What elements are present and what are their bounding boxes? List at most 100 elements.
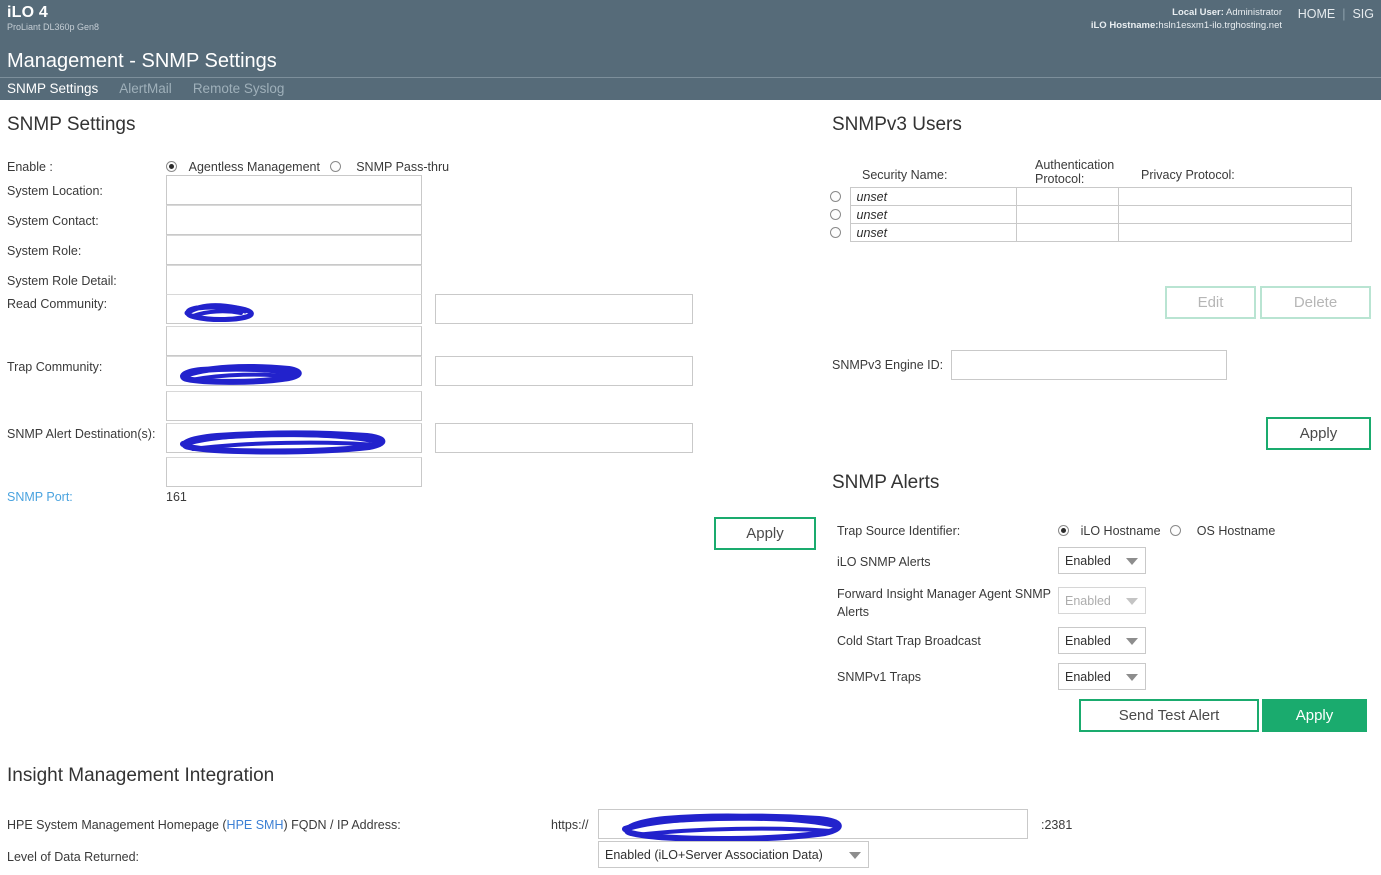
chevron-down-icon	[849, 851, 861, 859]
system-contact-label: System Contact:	[7, 214, 99, 228]
snmpv3-engine-id-label: SNMPv3 Engine ID:	[832, 358, 944, 372]
tab-bar: SNMP Settings AlertMail Remote Syslog	[7, 79, 305, 98]
tab-divider	[0, 77, 1381, 78]
radio-snmpv3-user-3[interactable]	[830, 226, 841, 238]
nav-home-link[interactable]: HOME	[1291, 7, 1343, 21]
alert-destination-input-2[interactable]	[166, 457, 422, 487]
read-community-secondary-input[interactable]	[435, 294, 693, 324]
label-snmp-pass-thru: SNMP Pass-thru	[356, 160, 450, 174]
snmpv3-apply-button[interactable]: Apply	[1266, 417, 1371, 450]
redaction-scribble-trap-community	[180, 364, 302, 385]
product-model: ProLiant DL360p Gen8	[7, 22, 100, 32]
local-user-line: Local User: Administrator	[1091, 6, 1282, 19]
table-row[interactable]: unset	[830, 223, 1352, 242]
ilo-hostname-value: hsln1esxm1-ilo.trghosting.net	[1158, 20, 1282, 31]
chevron-down-icon	[1126, 597, 1138, 605]
insight-management-heading: Insight Management Integration	[7, 765, 275, 786]
snmp-port-value: 161	[166, 490, 187, 504]
system-contact-input[interactable]	[166, 205, 422, 235]
chevron-down-icon	[1126, 557, 1138, 565]
send-test-alert-button[interactable]: Send Test Alert	[1079, 699, 1259, 732]
smh-scheme-prefix: https://	[551, 818, 589, 832]
local-user-label: Local User:	[1172, 7, 1224, 18]
trap-community-label: Trap Community:	[7, 360, 103, 374]
snmpv3-engine-id-input[interactable]	[951, 350, 1227, 380]
snmpv3-users-table: unset unset unset	[830, 187, 1352, 242]
cell-privacy-protocol-1	[1117, 187, 1352, 206]
col-header-security-name: Security Name:	[862, 168, 948, 182]
label-os-hostname: OS Hostname	[1196, 524, 1276, 538]
snmpv3-edit-button[interactable]: Edit	[1165, 286, 1256, 319]
cell-security-name-2: unset	[849, 205, 1017, 224]
table-row[interactable]: unset	[830, 187, 1352, 206]
local-user-value: Administrator	[1226, 7, 1282, 18]
system-role-input[interactable]	[166, 235, 422, 265]
cell-privacy-protocol-2	[1117, 205, 1352, 224]
level-of-data-returned-label: Level of Data Returned:	[7, 850, 140, 864]
trap-community-secondary-input[interactable]	[435, 356, 693, 386]
enable-label: Enable :	[7, 160, 53, 174]
redaction-scribble-alert-destinations	[180, 430, 386, 455]
system-location-input[interactable]	[166, 175, 422, 205]
label-ilo-hostname: iLO Hostname	[1080, 524, 1161, 538]
chevron-down-icon	[1126, 673, 1138, 681]
level-of-data-returned-value: Enabled (iLO+Server Association Data)	[605, 847, 823, 862]
hpe-smh-link[interactable]: HPE SMH	[227, 818, 284, 832]
radio-ilo-hostname[interactable]	[1058, 525, 1069, 536]
table-row[interactable]: unset	[830, 205, 1352, 224]
forward-insight-alerts-select[interactable]: Enabled	[1058, 587, 1146, 614]
radio-snmpv3-user-2[interactable]	[830, 208, 841, 220]
radio-snmpv3-user-1[interactable]	[830, 190, 841, 202]
read-community-label: Read Community:	[7, 297, 108, 311]
ilo-snmp-alerts-select[interactable]: Enabled	[1058, 547, 1146, 574]
smh-fqdn-input[interactable]	[598, 809, 1028, 841]
tab-remote-syslog[interactable]: Remote Syslog	[193, 79, 297, 98]
radio-agentless-management[interactable]	[166, 161, 177, 172]
level-of-data-returned-select[interactable]: Enabled (iLO+Server Association Data)	[598, 841, 869, 868]
alert-destination-secondary-input[interactable]	[435, 423, 693, 453]
forward-insight-alerts-value: Enabled	[1065, 593, 1111, 608]
read-community-input-2[interactable]	[166, 326, 422, 356]
col-header-auth-protocol-line2: Protocol:	[1035, 172, 1085, 186]
smh-port-suffix: :2381	[1041, 818, 1073, 832]
ilo-snmp-alerts-value: Enabled	[1065, 553, 1111, 568]
snmp-alerts-apply-button[interactable]: Apply	[1262, 699, 1367, 732]
snmp-port-label[interactable]: SNMP Port:	[7, 490, 73, 504]
alert-destination-input[interactable]	[166, 423, 422, 455]
read-community-input[interactable]	[166, 294, 422, 324]
ilo-hostname-line: iLO Hostname:hsln1esxm1-ilo.trghosting.n…	[1091, 19, 1282, 32]
snmpv1-traps-select[interactable]: Enabled	[1058, 663, 1146, 690]
nav-signout-link[interactable]: SIG	[1345, 7, 1381, 21]
row-select-cell[interactable]	[830, 206, 850, 224]
tab-snmp-settings[interactable]: SNMP Settings	[7, 79, 110, 98]
tab-alertmail[interactable]: AlertMail	[119, 79, 184, 98]
radio-os-hostname[interactable]	[1170, 525, 1182, 536]
row-select-cell[interactable]	[830, 224, 850, 242]
row-select-cell[interactable]	[830, 188, 850, 206]
ilo-hostname-label: iLO Hostname:	[1090, 20, 1159, 31]
trap-community-input-2[interactable]	[166, 391, 422, 421]
cell-auth-protocol-1	[1015, 187, 1119, 206]
snmpv3-delete-button[interactable]: Delete	[1260, 286, 1371, 319]
enable-radio-group: Agentless Management SNMP Pass-thru	[166, 159, 449, 174]
cold-start-trap-select[interactable]: Enabled	[1058, 627, 1146, 654]
label-agentless-management: Agentless Management	[188, 160, 320, 174]
cell-auth-protocol-3	[1015, 223, 1119, 242]
redaction-scribble-smh-fqdn	[622, 813, 842, 841]
trap-community-input[interactable]	[166, 356, 422, 386]
page-title: Management - SNMP Settings	[7, 50, 277, 72]
cell-security-name-3: unset	[849, 223, 1017, 242]
trap-source-radio-group: iLO Hostname OS Hostname	[1058, 523, 1275, 538]
snmp-alerts-heading: SNMP Alerts	[832, 472, 940, 493]
smh-fqdn-label: HPE System Management Homepage (HPE SMH)…	[7, 818, 401, 832]
brand-block: iLO 4 ProLiant DL360p Gen8	[7, 4, 99, 33]
system-role-detail-input[interactable]	[166, 265, 422, 295]
snmpv3-users-heading: SNMPv3 Users	[832, 114, 962, 135]
snmp-settings-apply-button[interactable]: Apply	[714, 517, 816, 550]
product-name: iLO 4	[7, 4, 49, 21]
system-location-label: System Location:	[7, 184, 103, 198]
radio-snmp-pass-thru[interactable]	[329, 161, 341, 172]
cell-auth-protocol-2	[1015, 205, 1119, 224]
session-info: Local User: Administrator iLO Hostname:h…	[1091, 6, 1282, 32]
col-header-privacy-protocol: Privacy Protocol:	[1141, 168, 1235, 182]
